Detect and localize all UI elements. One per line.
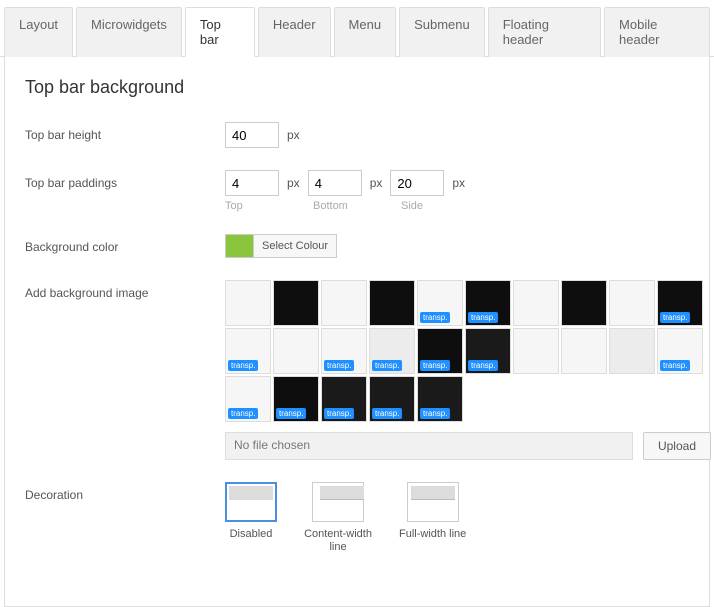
tab-floating-header[interactable]: Floating header [488, 7, 601, 57]
row-bgimage: Add background image transp. transp. trans… [25, 280, 689, 460]
deco-option-content-width[interactable]: Content-width line [303, 482, 373, 554]
sublabel-side: Side [401, 200, 455, 212]
bg-thumb[interactable] [609, 280, 655, 326]
bg-thumb[interactable] [273, 280, 319, 326]
transp-badge: transp. [468, 360, 498, 371]
deco-label-disabled: Disabled [230, 528, 273, 541]
bg-thumb[interactable]: transp. [369, 328, 415, 374]
section-title: Top bar background [25, 77, 689, 98]
tab-microwidgets[interactable]: Microwidgets [76, 7, 182, 57]
label-height: Top bar height [25, 122, 225, 142]
deco-label-content: Content-width line [303, 528, 373, 554]
tab-header[interactable]: Header [258, 7, 331, 57]
bg-thumb[interactable] [609, 328, 655, 374]
label-paddings: Top bar paddings [25, 170, 225, 190]
bg-thumb[interactable]: transp. [657, 280, 703, 326]
file-chosen-display[interactable]: No file chosen [225, 432, 633, 460]
bg-thumb[interactable]: transp. [225, 328, 271, 374]
bg-thumb[interactable]: transp. [369, 376, 415, 422]
unit-pad-top: px [287, 176, 300, 190]
row-height: Top bar height px [25, 122, 689, 148]
sublabel-top: Top [225, 200, 279, 212]
transp-badge: transp. [468, 312, 498, 323]
sublabel-bottom: Bottom [313, 200, 367, 212]
transp-badge: transp. [324, 360, 354, 371]
bg-thumb[interactable]: transp. [465, 328, 511, 374]
transp-badge: transp. [228, 408, 258, 419]
transp-badge: transp. [228, 360, 258, 371]
tabs-bar: Layout Microwidgets Top bar Header Menu … [0, 0, 714, 57]
bg-thumb[interactable]: transp. [321, 376, 367, 422]
bg-thumb[interactable] [513, 328, 559, 374]
transp-badge: transp. [324, 408, 354, 419]
row-paddings: Top bar paddings px px px Top Bottom Sid… [25, 170, 689, 212]
settings-panel: Top bar background Top bar height px Top… [4, 57, 710, 607]
row-bgcolor: Background color Select Colour [25, 234, 689, 258]
bg-thumb[interactable]: transp. [465, 280, 511, 326]
tab-submenu[interactable]: Submenu [399, 7, 485, 57]
select-colour-button[interactable]: Select Colour [253, 234, 337, 258]
bg-thumb[interactable]: transp. [225, 376, 271, 422]
bg-thumb[interactable]: transp. [273, 376, 319, 422]
transp-badge: transp. [660, 360, 690, 371]
deco-option-disabled[interactable]: Disabled [225, 482, 277, 554]
row-decoration: Decoration Disabled Content-width line F… [25, 482, 689, 554]
tab-layout[interactable]: Layout [4, 7, 73, 57]
bg-thumb[interactable]: transp. [657, 328, 703, 374]
upload-button[interactable]: Upload [643, 432, 711, 460]
bg-thumb[interactable] [321, 280, 367, 326]
transp-badge: transp. [660, 312, 690, 323]
unit-height: px [287, 128, 300, 142]
transp-badge: transp. [276, 408, 306, 419]
transp-badge: transp. [372, 408, 402, 419]
unit-pad-bottom: px [370, 176, 383, 190]
tab-menu[interactable]: Menu [334, 7, 397, 57]
bg-thumb[interactable] [513, 280, 559, 326]
transp-badge: transp. [420, 312, 450, 323]
bg-thumb[interactable]: transp. [417, 328, 463, 374]
input-padding-bottom[interactable] [308, 170, 362, 196]
color-swatch [225, 234, 253, 258]
tab-top-bar[interactable]: Top bar [185, 7, 255, 57]
bg-thumb[interactable]: transp. [321, 328, 367, 374]
bg-thumb[interactable] [225, 280, 271, 326]
label-bgimage: Add background image [25, 280, 225, 300]
bg-thumb[interactable] [561, 280, 607, 326]
input-padding-side[interactable] [390, 170, 444, 196]
bg-thumb[interactable]: transp. [417, 280, 463, 326]
input-padding-top[interactable] [225, 170, 279, 196]
bg-thumb[interactable] [369, 280, 415, 326]
label-decoration: Decoration [25, 482, 225, 502]
transp-badge: transp. [420, 360, 450, 371]
bg-thumb[interactable] [273, 328, 319, 374]
color-picker[interactable]: Select Colour [225, 234, 689, 258]
deco-label-full: Full-width line [399, 528, 466, 541]
input-height[interactable] [225, 122, 279, 148]
transp-badge: transp. [372, 360, 402, 371]
transp-badge: transp. [420, 408, 450, 419]
tab-mobile-header[interactable]: Mobile header [604, 7, 710, 57]
bg-thumb[interactable]: transp. [417, 376, 463, 422]
label-bgcolor: Background color [25, 234, 225, 254]
deco-option-full-width[interactable]: Full-width line [399, 482, 466, 554]
unit-pad-side: px [452, 176, 465, 190]
bg-thumb[interactable] [561, 328, 607, 374]
bg-thumbnails: transp. transp. transp. transp. transp. trans… [225, 280, 714, 422]
